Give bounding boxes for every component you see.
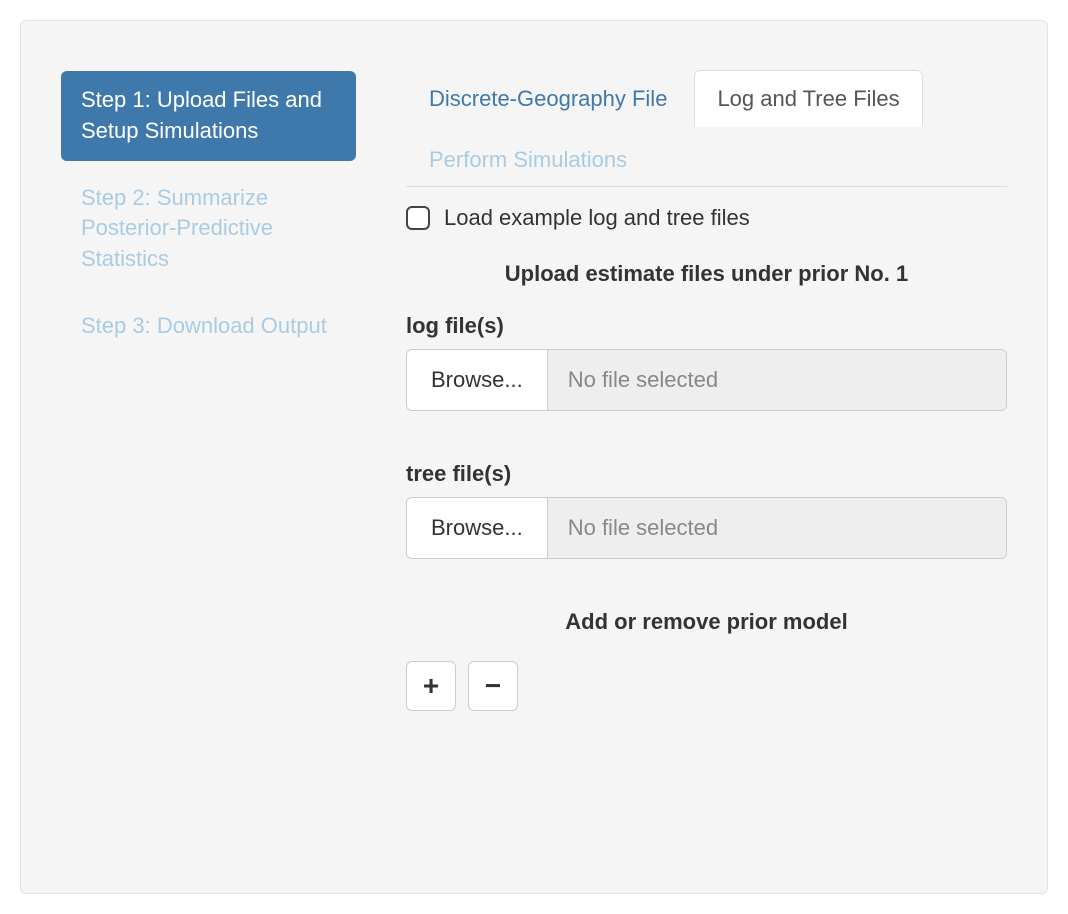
sidebar-item-label: Step 1: Upload Files and Setup Simulatio… (81, 87, 322, 143)
browse-label: Browse... (431, 367, 523, 393)
upload-section-title: Upload estimate files under prior No. 1 (406, 261, 1007, 287)
prior-button-row: + − (406, 661, 1007, 711)
log-file-field: log file(s) Browse... No file selected (406, 313, 1007, 411)
tree-file-input: Browse... No file selected (406, 497, 1007, 559)
prior-controls-title: Add or remove prior model (406, 609, 1007, 635)
sidebar-item-label: Step 2: Summarize Posterior-Predictive S… (81, 185, 273, 272)
remove-prior-button[interactable]: − (468, 661, 518, 711)
tree-file-status: No file selected (548, 498, 1006, 558)
log-file-browse-button[interactable]: Browse... (407, 350, 548, 410)
browse-label: Browse... (431, 515, 523, 541)
log-file-input: Browse... No file selected (406, 349, 1007, 411)
tab-label: Perform Simulations (429, 147, 627, 172)
tab-label: Log and Tree Files (717, 86, 899, 111)
log-file-status: No file selected (548, 350, 1006, 410)
tab-bar: Discrete-Geography File Log and Tree Fil… (406, 69, 1007, 187)
add-prior-button[interactable]: + (406, 661, 456, 711)
example-files-row: Load example log and tree files (406, 205, 1007, 231)
log-file-label: log file(s) (406, 313, 1007, 339)
tree-file-browse-button[interactable]: Browse... (407, 498, 548, 558)
sidebar-item-step2[interactable]: Step 2: Summarize Posterior-Predictive S… (61, 169, 356, 289)
plus-icon: + (423, 672, 439, 700)
tab-label: Discrete-Geography File (429, 86, 667, 111)
sidebar-item-label: Step 3: Download Output (81, 313, 327, 338)
sidebar-item-step1[interactable]: Step 1: Upload Files and Setup Simulatio… (61, 71, 356, 161)
main-content: Discrete-Geography File Log and Tree Fil… (406, 51, 1007, 711)
load-example-checkbox[interactable] (406, 206, 430, 230)
load-example-label: Load example log and tree files (444, 205, 750, 231)
tab-log-tree-files[interactable]: Log and Tree Files (694, 70, 922, 127)
tree-file-field: tree file(s) Browse... No file selected (406, 461, 1007, 559)
tree-file-label: tree file(s) (406, 461, 1007, 487)
tab-perform-simulations[interactable]: Perform Simulations (406, 131, 650, 188)
minus-icon: − (485, 672, 501, 700)
sidebar-item-step3[interactable]: Step 3: Download Output (61, 297, 356, 356)
tab-discrete-geography[interactable]: Discrete-Geography File (406, 70, 690, 127)
sidebar: Step 1: Upload Files and Setup Simulatio… (61, 51, 356, 711)
